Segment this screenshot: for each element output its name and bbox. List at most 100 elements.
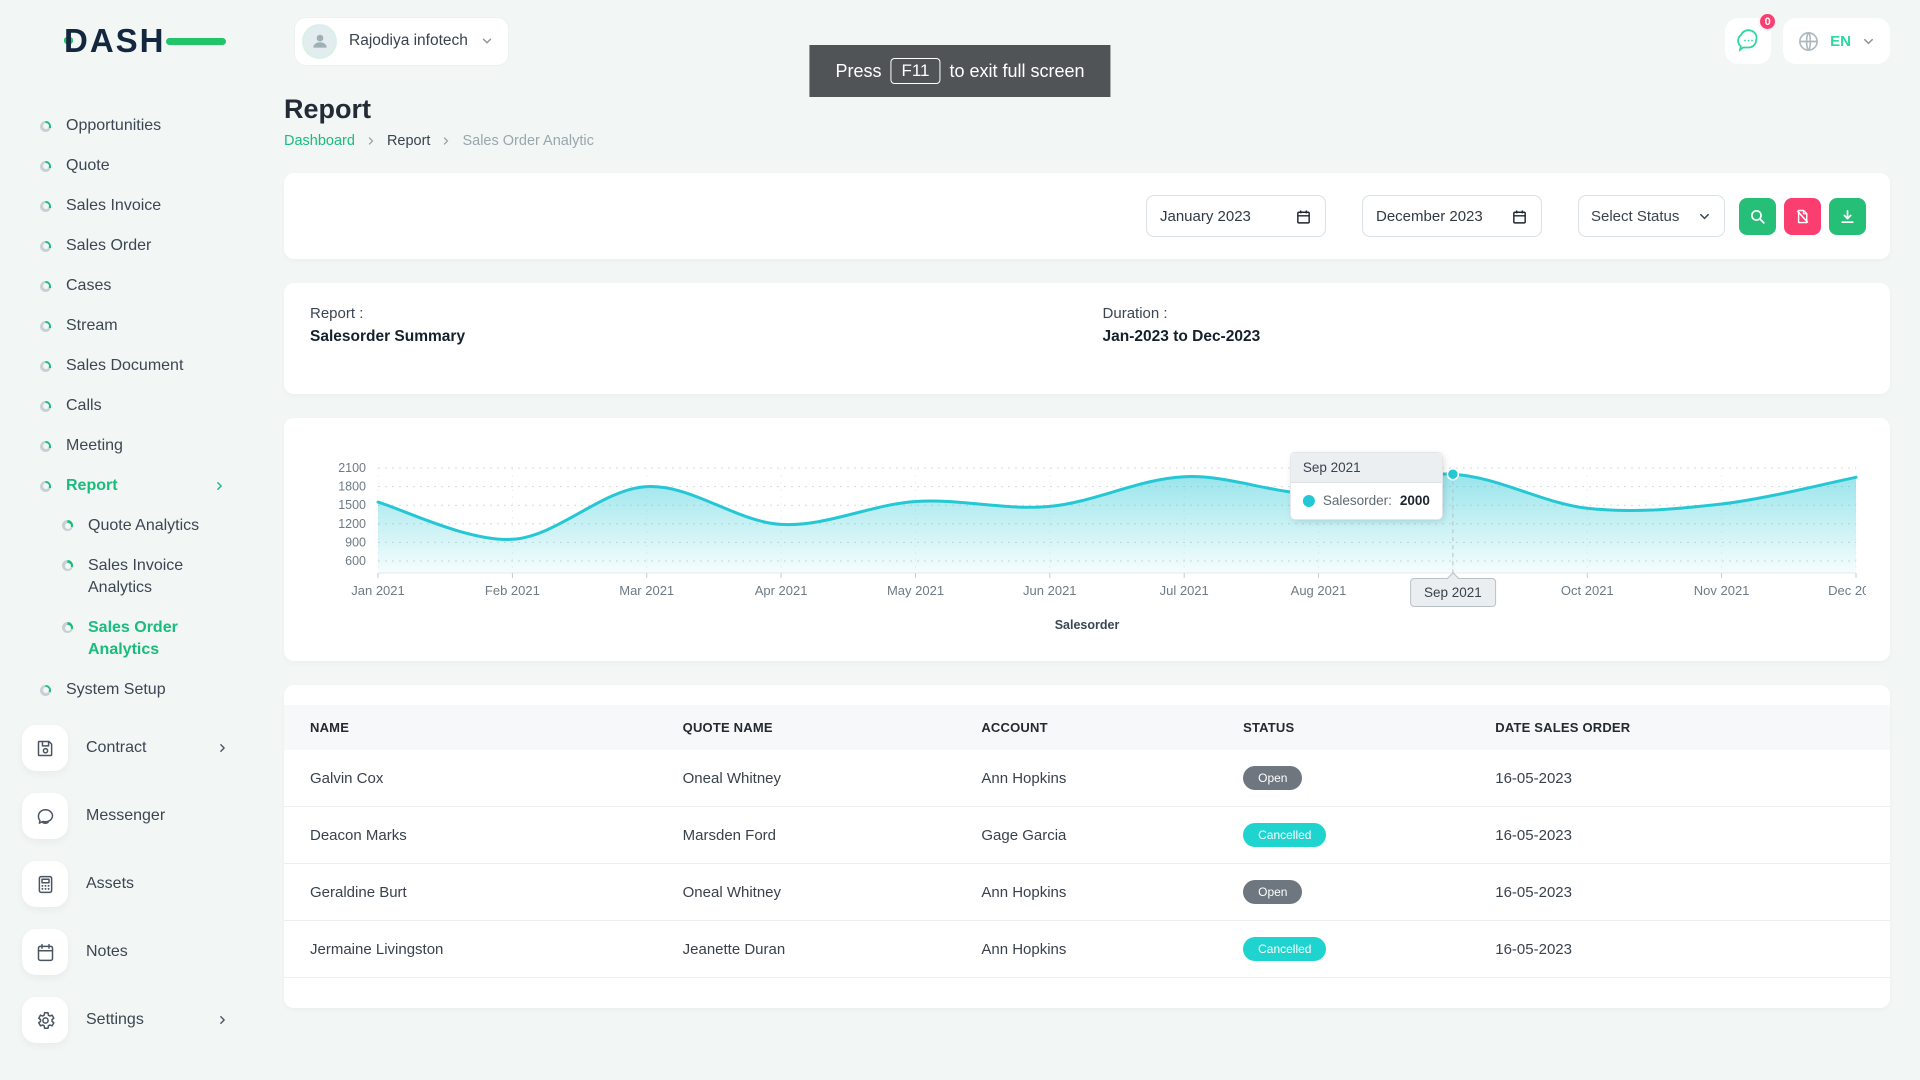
sidebar-item-sales-invoice[interactable]: Sales Invoice — [0, 186, 284, 226]
start-date-input[interactable]: January 2023 — [1146, 195, 1326, 237]
sidebar-item-quote[interactable]: Quote — [0, 146, 284, 186]
series-dot-icon — [1303, 495, 1315, 507]
xaxis-highlight-label: Sep 2021 — [1410, 578, 1496, 607]
cell-account: Ann Hopkins — [971, 921, 1233, 978]
bullet-icon — [40, 281, 51, 292]
report-label: Report : — [310, 305, 1103, 322]
cell-account: Ann Hopkins — [971, 750, 1233, 807]
report-summary-card: Report : Salesorder Summary Duration : J… — [284, 283, 1890, 394]
table-row[interactable]: Galvin Cox Oneal Whitney Ann Hopkins Ope… — [284, 750, 1890, 807]
cell-quote-name: Jeanette Duran — [673, 921, 972, 978]
chart-card: 2100180015001200900600Jan 2021Feb 2021Ma… — [284, 418, 1890, 661]
chart-tooltip: Sep 2021 Salesorder: 2000 — [1290, 452, 1443, 520]
col-date-sales-order: DATE SALES ORDER — [1485, 705, 1890, 750]
y-tick-label: 1800 — [338, 480, 366, 494]
cell-quote-name: Marsden Ford — [673, 807, 972, 864]
sidebar-item-report[interactable]: Report — [0, 466, 284, 506]
avatar — [302, 24, 337, 59]
bullet-icon — [62, 622, 73, 633]
cell-name: Deacon Marks — [284, 807, 673, 864]
sidebar-menu: Opportunities Quote Sales Invoice Sales … — [0, 106, 284, 710]
table-row[interactable]: Jermaine Livingston Jeanette Duran Ann H… — [284, 921, 1890, 978]
duration-summary-col: Duration : Jan-2023 to Dec-2023 — [1103, 305, 1261, 372]
end-date-input[interactable]: December 2023 — [1362, 195, 1542, 237]
sidebar-item-system-setup[interactable]: System Setup — [0, 670, 284, 710]
table-row[interactable]: Geraldine Burt Oneal Whitney Ann Hopkins… — [284, 864, 1890, 921]
bullet-icon — [40, 161, 51, 172]
bullet-icon — [62, 560, 73, 571]
tooltip-series-label: Salesorder: — [1323, 493, 1392, 508]
chevron-right-icon — [216, 742, 229, 755]
clear-file-icon — [1794, 208, 1811, 225]
search-icon — [1749, 208, 1766, 225]
sidebar-item-calls[interactable]: Calls — [0, 386, 284, 426]
person-icon — [310, 31, 330, 51]
filter-controls: January 2023 December 2023 Select Status — [1146, 195, 1866, 237]
sidebar-item-messenger[interactable]: Messenger — [0, 788, 284, 844]
sidebar-item-assets[interactable]: Assets — [0, 856, 284, 912]
sidebar-item-quote-analytics[interactable]: Quote Analytics — [0, 506, 284, 546]
status-badge: Cancelled — [1243, 937, 1326, 961]
sidebar-item-opportunities[interactable]: Opportunities — [0, 106, 284, 146]
cell-account: Gage Garcia — [971, 807, 1233, 864]
x-tick-label: Jun 2021 — [1023, 583, 1077, 598]
sidebar-item-sales-invoice-analytics[interactable]: Sales Invoice Analytics — [0, 546, 284, 608]
x-tick-label: Jan 2021 — [351, 583, 405, 598]
sidebar-item-cases[interactable]: Cases — [0, 266, 284, 306]
bullet-icon — [40, 401, 51, 412]
company-selector[interactable]: Rajodiya infotech — [294, 17, 509, 66]
messages-button[interactable]: 0 — [1725, 18, 1771, 64]
cell-quote-name: Oneal Whitney — [673, 864, 972, 921]
breadcrumb-report[interactable]: Report — [387, 133, 431, 149]
x-tick-label: Jul 2021 — [1160, 583, 1209, 598]
table-header-row: NAME QUOTE NAME ACCOUNT STATUS DATE SALE… — [284, 705, 1890, 750]
cell-name: Geraldine Burt — [284, 864, 673, 921]
topbar-right: 0 EN — [1725, 18, 1890, 64]
sidebar-item-meeting[interactable]: Meeting — [0, 426, 284, 466]
end-date-value: December 2023 — [1376, 208, 1483, 225]
cell-account: Ann Hopkins — [971, 864, 1233, 921]
chevron-down-icon — [480, 34, 494, 48]
highlighted-data-point[interactable] — [1447, 469, 1458, 480]
x-tick-label: Apr 2021 — [755, 583, 808, 598]
company-name: Rajodiya infotech — [349, 32, 468, 50]
bullet-icon — [40, 241, 51, 252]
status-badge: Cancelled — [1243, 823, 1326, 847]
cell-date: 16-05-2023 — [1485, 864, 1890, 921]
search-button[interactable] — [1739, 198, 1776, 235]
tooltip-value: 2000 — [1400, 493, 1430, 508]
reset-button[interactable] — [1784, 198, 1821, 235]
status-badge: Open — [1243, 880, 1302, 904]
sidebar-submenu: Quote Analytics Sales Invoice Analytics … — [0, 506, 284, 670]
language-selector[interactable]: EN — [1783, 18, 1890, 64]
calendar-icon — [22, 929, 68, 975]
bullet-icon — [40, 321, 51, 332]
logo[interactable]: DASH — [64, 22, 204, 60]
tooltip-body: Salesorder: 2000 — [1291, 483, 1442, 519]
bullet-icon — [40, 201, 51, 212]
salesorder-chart[interactable]: 2100180015001200900600Jan 2021Feb 2021Ma… — [308, 432, 1866, 616]
status-select[interactable]: Select Status — [1578, 195, 1725, 237]
sidebar-item-sales-order-analytics[interactable]: Sales Order Analytics — [0, 608, 284, 670]
cell-status: Cancelled — [1233, 807, 1485, 864]
bullet-icon — [62, 520, 73, 531]
sidebar-item-stream[interactable]: Stream — [0, 306, 284, 346]
sidebar-item-settings[interactable]: Settings — [0, 992, 284, 1048]
col-account: ACCOUNT — [971, 705, 1233, 750]
tooltip-title: Sep 2021 — [1291, 453, 1442, 483]
sidebar-item-notes[interactable]: Notes — [0, 924, 284, 980]
table-row[interactable]: Deacon Marks Marsden Ford Gage Garcia Ca… — [284, 807, 1890, 864]
x-tick-label: Aug 2021 — [1291, 583, 1347, 598]
sidebar-item-sales-document[interactable]: Sales Document — [0, 346, 284, 386]
x-tick-label: Feb 2021 — [485, 583, 540, 598]
breadcrumb: Dashboard Report Sales Order Analytic — [284, 133, 1890, 149]
sidebar-tools: Contract Messenger Assets Notes Settings — [0, 720, 284, 1048]
sidebar-item-sales-order[interactable]: Sales Order — [0, 226, 284, 266]
breadcrumb-dashboard[interactable]: Dashboard — [284, 133, 355, 149]
x-tick-label: May 2021 — [887, 583, 944, 598]
download-button[interactable] — [1829, 198, 1866, 235]
sidebar-item-contract[interactable]: Contract — [0, 720, 284, 776]
bullet-icon — [40, 361, 51, 372]
status-badge: Open — [1243, 766, 1302, 790]
y-tick-label: 900 — [345, 535, 366, 549]
